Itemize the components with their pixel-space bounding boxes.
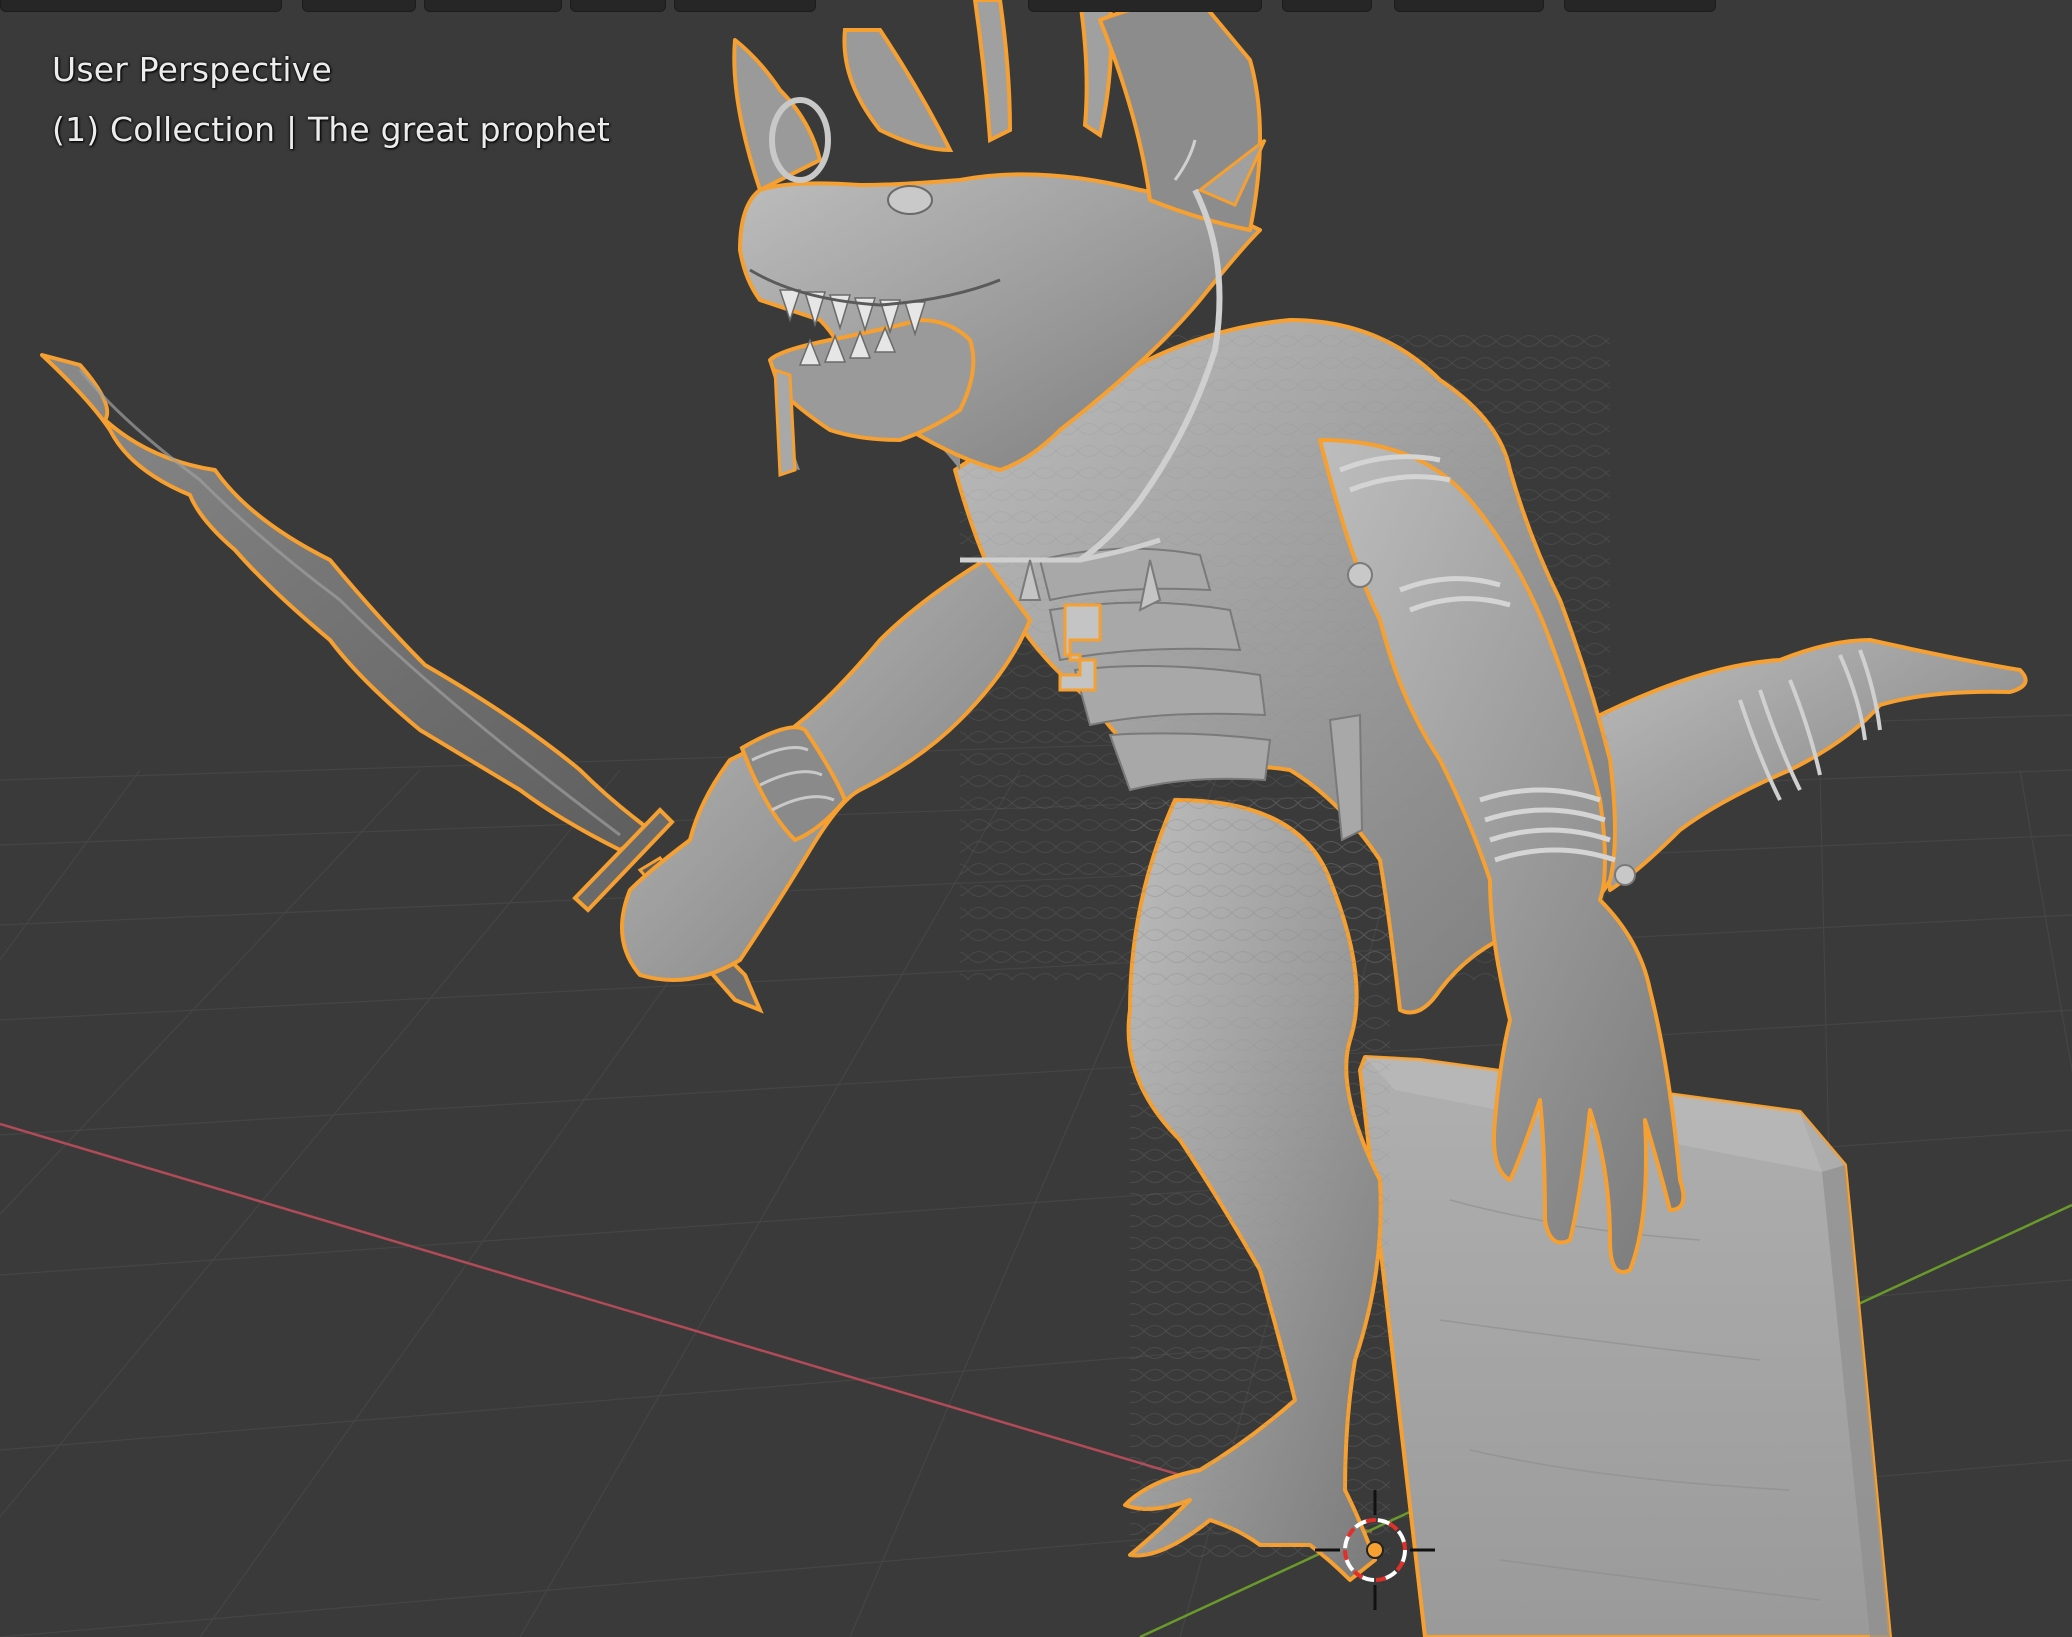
tail	[1588, 638, 2028, 892]
object-menu-icon[interactable]	[674, 0, 816, 12]
view-menu-icon[interactable]	[302, 0, 416, 12]
collection-object-label: (1) Collection | The great prophet	[52, 110, 611, 149]
select-menu-icon[interactable]	[424, 0, 562, 12]
object-origin	[1366, 1541, 1384, 1559]
viewport-canvas[interactable]	[0, 0, 2072, 1637]
viewport-header[interactable]	[0, 0, 2072, 14]
add-menu-icon[interactable]	[570, 0, 666, 12]
proportional-edit-icon[interactable]	[1394, 0, 1544, 12]
eye-detail	[887, 185, 933, 215]
overlay-icon[interactable]	[1564, 0, 1716, 12]
view-name-label: User Perspective	[52, 50, 333, 89]
snap-icon[interactable]	[1282, 0, 1372, 12]
mode-dropdown-icon[interactable]	[0, 0, 282, 12]
3d-viewport[interactable]: User Perspective (1) Collection | The gr…	[0, 0, 2072, 1637]
transform-orientation-icon[interactable]	[1028, 0, 1262, 12]
